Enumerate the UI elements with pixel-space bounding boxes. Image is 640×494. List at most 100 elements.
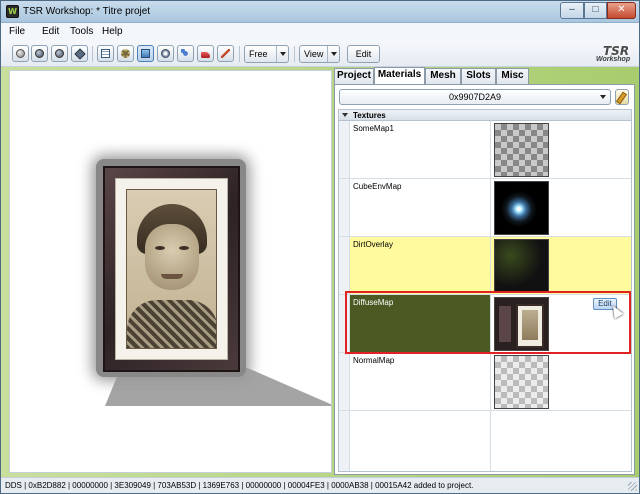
annotation-highlight-box (345, 291, 631, 354)
gear-button[interactable] (117, 45, 134, 62)
toolbar-edit-button[interactable]: Edit (347, 45, 380, 63)
row-gutter (339, 353, 350, 410)
property-name-cell: DirtOverlay (350, 237, 491, 294)
toolbar-separator (239, 46, 240, 62)
app-icon: W (6, 5, 19, 18)
picture-frame-model (103, 166, 240, 372)
sphere-shaded-button[interactable] (51, 45, 68, 62)
tab-misc[interactable]: Misc (496, 68, 529, 84)
diamond-icon (74, 48, 86, 60)
menu-file[interactable]: File (9, 26, 25, 37)
grid-button[interactable] (97, 45, 114, 62)
sphere-icon (16, 49, 25, 58)
image-icon (141, 49, 150, 58)
view-label: View (304, 49, 324, 59)
chevron-down-icon (597, 90, 609, 104)
texture-row-normalmap[interactable]: NormalMap (339, 353, 631, 411)
tab-mesh[interactable]: Mesh (425, 68, 461, 84)
app-window: W TSR Workshop: * Titre projet – □ ✕ Fil… (0, 0, 640, 494)
texture-thumbnail[interactable] (494, 239, 549, 293)
tab-materials[interactable]: Materials (374, 67, 425, 85)
sphere-icon (55, 49, 64, 58)
logo-subtext: Workshop (596, 56, 631, 63)
portrait-image (126, 189, 217, 349)
sphere-gray-button[interactable] (12, 45, 29, 62)
status-text: DDS | 0xB2D882 | 00000000 | 3E309049 | 7… (5, 481, 474, 490)
tab-slots[interactable]: Slots (461, 68, 496, 84)
menu-tools[interactable]: Tools (70, 26, 93, 37)
image-button[interactable] (137, 45, 154, 62)
sphere-wire-button[interactable] (31, 45, 48, 62)
camera-mode-value: Free (249, 49, 268, 59)
frame-mat (115, 178, 228, 360)
status-bar: DDS | 0xB2D882 | 00000000 | 3E309049 | 7… (1, 477, 639, 493)
minimize-button[interactable]: – (560, 2, 584, 19)
toolbar-separator (92, 46, 93, 62)
property-name-cell: NormalMap (350, 353, 491, 410)
3d-viewport[interactable] (9, 70, 332, 473)
row-gutter (339, 411, 350, 471)
toolbar-separator (294, 46, 295, 62)
close-button[interactable]: ✕ (607, 2, 636, 19)
property-value-cell[interactable] (491, 179, 631, 236)
textures-category[interactable]: Textures (339, 110, 631, 121)
property-name-cell: SomeMap1 (350, 121, 491, 178)
brush-button[interactable] (217, 45, 234, 62)
texture-row-cubeenvmap[interactable]: CubeEnvMap (339, 179, 631, 237)
edit-material-button[interactable] (615, 89, 629, 105)
material-select[interactable]: 0x9907D2A9 (339, 89, 611, 105)
shoe-button[interactable] (197, 45, 214, 62)
molecule-icon (181, 49, 190, 58)
property-name-cell (350, 411, 491, 471)
row-gutter (339, 121, 350, 178)
property-value-cell[interactable] (491, 353, 631, 410)
portrait-mouth (161, 274, 183, 279)
menu-help[interactable]: Help (102, 26, 123, 37)
property-name: NormalMap (353, 356, 395, 365)
property-name: SomeMap1 (353, 124, 394, 133)
molecule-button[interactable] (177, 45, 194, 62)
diamond-button[interactable] (71, 45, 88, 62)
menu-edit[interactable]: Edit (42, 26, 59, 37)
portrait-eye (179, 246, 189, 250)
camera-mode-select[interactable]: Free (244, 45, 289, 63)
row-gutter (339, 179, 350, 236)
material-select-value: 0x9907D2A9 (448, 92, 502, 102)
dot-button[interactable] (157, 45, 174, 62)
texture-row-somemap1[interactable]: SomeMap1 (339, 121, 631, 179)
sphere-icon (35, 49, 44, 58)
tsr-workshop-logo: TSR Workshop (595, 43, 635, 67)
property-name-cell: CubeEnvMap (350, 179, 491, 236)
property-name: CubeEnvMap (353, 182, 402, 191)
resize-grip-icon[interactable] (628, 482, 637, 491)
shoe-icon (201, 52, 210, 58)
property-value-cell[interactable] (491, 237, 631, 294)
chevron-down-icon (276, 46, 288, 62)
property-value-cell[interactable] (491, 121, 631, 178)
title-bar[interactable]: W TSR Workshop: * Titre projet – □ ✕ (1, 1, 639, 23)
portrait-eye (155, 246, 165, 250)
view-select[interactable]: View (299, 45, 340, 63)
portrait-shirt (127, 300, 216, 348)
toolbar: Free View Edit (1, 41, 639, 67)
gear-icon (121, 49, 130, 58)
dot-icon (161, 49, 170, 58)
tab-project[interactable]: Project (334, 68, 374, 84)
menu-bar: File Edit Tools Help (1, 23, 639, 41)
texture-thumbnail[interactable] (494, 123, 549, 177)
chevron-down-icon (327, 46, 339, 62)
category-label: Textures (353, 111, 386, 120)
row-gutter (339, 237, 350, 294)
window-title: TSR Workshop: * Titre projet (23, 6, 151, 17)
grid-icon (101, 49, 110, 58)
property-name: DirtOverlay (353, 240, 394, 249)
portrait-face (145, 224, 199, 290)
brush-icon (221, 49, 230, 58)
maximize-button[interactable]: □ (584, 2, 607, 19)
texture-row-dirtoverlay[interactable]: DirtOverlay (339, 237, 631, 295)
collapse-icon[interactable] (342, 113, 348, 118)
texture-thumbnail[interactable] (494, 181, 549, 235)
materials-panel: 0x9907D2A9 Textures SomeMap1 CubeEnvMap (334, 84, 635, 475)
texture-thumbnail[interactable] (494, 355, 549, 409)
empty-row (339, 411, 631, 471)
